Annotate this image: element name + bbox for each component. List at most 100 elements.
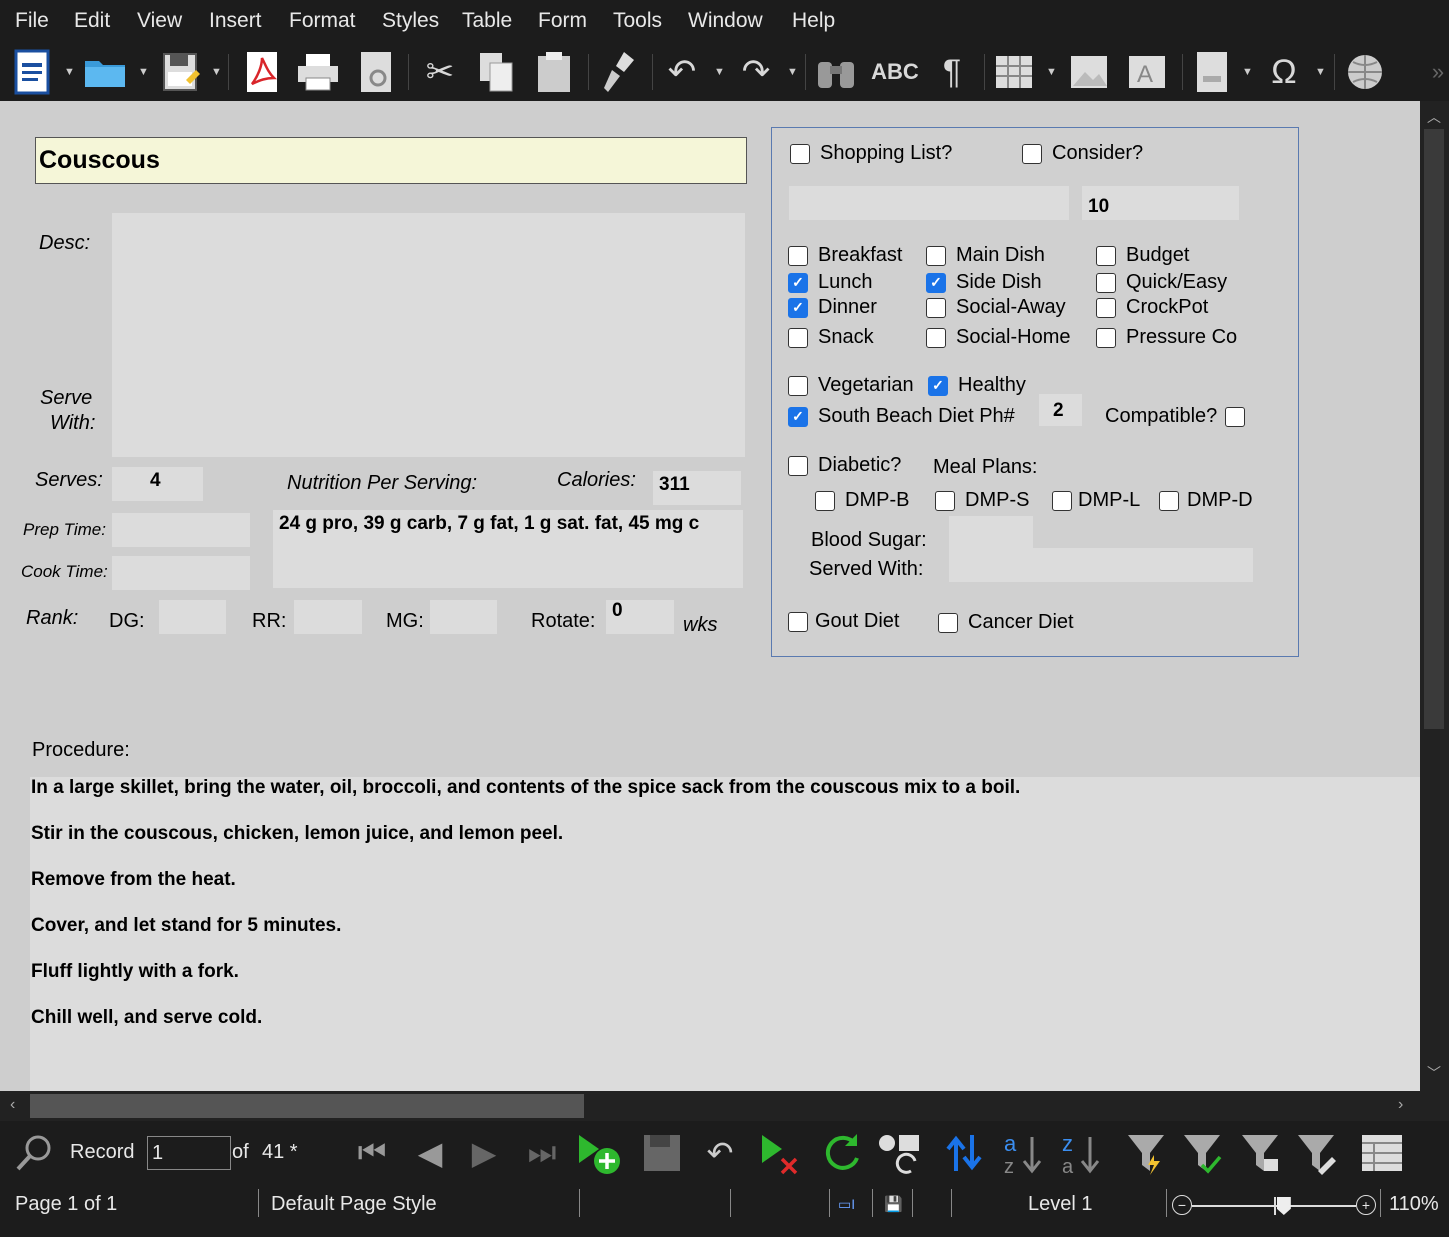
autofilter-icon[interactable] [1124,1131,1168,1175]
next-record-icon[interactable]: ▶ [462,1131,506,1175]
chevron-down-icon[interactable]: ▼ [1046,66,1057,78]
checkbox-box[interactable] [788,611,808,632]
print-icon[interactable] [296,48,340,96]
vertical-scrollbar[interactable]: ︿ ﹀ [1420,101,1449,1091]
checkbox-box[interactable] [1096,245,1116,266]
healthy-checkbox[interactable]: ✓ Healthy [928,374,1026,397]
vertical-scroll-thumb[interactable] [1424,129,1444,729]
cook-time-field[interactable] [112,556,250,590]
checkbox-box[interactable] [788,245,808,266]
selection-mode-icon[interactable]: ▭I [838,1196,855,1213]
checkbox-box[interactable] [790,143,810,164]
category-checkbox-pressure-co[interactable]: Pressure Co [1096,326,1237,349]
checkbox-box[interactable] [926,327,946,348]
zoom-slider-thumb[interactable] [1276,1197,1291,1215]
menu-table[interactable]: Table [462,9,512,33]
menu-styles[interactable]: Styles [382,9,439,33]
category-checkbox-budget[interactable]: Budget [1096,244,1189,267]
scroll-right-icon[interactable]: › [1398,1096,1403,1114]
category-checkbox-lunch[interactable]: ✓ Lunch [788,271,873,294]
export-pdf-icon[interactable] [240,48,284,96]
consider-checkbox[interactable]: Consider? [1022,142,1143,165]
save-icon[interactable] [158,48,202,96]
insert-table-icon[interactable] [992,48,1036,96]
print-preview-icon[interactable] [354,48,398,96]
checkbox-box[interactable] [1052,490,1072,511]
zoom-in-icon[interactable]: + [1356,1195,1376,1215]
dmp-s-checkbox[interactable]: DMP-S [935,489,1029,512]
category-checkbox-social-home[interactable]: Social-Home [926,326,1070,349]
chevron-down-icon[interactable]: ▼ [211,66,222,78]
vegetarian-checkbox[interactable]: Vegetarian [788,374,914,397]
first-record-icon[interactable]: ⏮ [350,1131,394,1175]
sort-icon[interactable] [942,1131,986,1175]
mg-field[interactable] [430,600,497,634]
checkbox-box[interactable] [1096,272,1116,293]
checkbox-box[interactable] [1225,406,1246,427]
refresh-control-icon[interactable] [876,1131,924,1175]
checkbox-box[interactable] [1096,327,1116,348]
document-modified-icon[interactable]: 💾 [884,1195,903,1213]
category-checkbox-crockpot[interactable]: CrockPot [1096,296,1208,319]
procedure-text-area[interactable]: In a large skillet, bring the water, oil… [30,777,1420,1091]
open-folder-icon[interactable] [82,48,128,96]
zoom-slider[interactable]: − + [1170,1191,1378,1221]
sort-ascending-icon[interactable]: az [998,1131,1046,1175]
rr-field[interactable] [294,600,362,634]
menu-file[interactable]: File [15,9,49,33]
cancer-diet-checkbox[interactable]: Cancer Diet [938,611,1074,634]
save-record-icon[interactable] [640,1131,684,1175]
dmp-l-checkbox[interactable]: DMP-L [1052,489,1140,512]
undo-record-icon[interactable]: ↶ [698,1131,742,1175]
menu-view[interactable]: View [137,9,182,33]
checkbox-box[interactable] [815,490,835,511]
checkbox-box[interactable] [926,245,946,266]
checkbox-box[interactable] [1022,143,1042,164]
checkbox-box[interactable] [788,455,808,476]
description-field[interactable] [112,213,745,457]
horizontal-scroll-thumb[interactable] [30,1094,584,1118]
shopping-list-checkbox[interactable]: Shopping List? [790,142,952,165]
category-checkbox-social-away[interactable]: Social-Away [926,296,1066,319]
new-record-icon[interactable] [576,1131,624,1175]
prep-time-field[interactable] [112,513,250,547]
checkbox-box[interactable] [1096,297,1116,318]
special-character-icon[interactable]: Ω [1260,48,1308,96]
scroll-left-icon[interactable]: ‹ [10,1096,15,1114]
checkbox-box[interactable]: ✓ [788,406,808,427]
shopping-note-field[interactable] [789,186,1069,220]
blood-sugar-field[interactable] [949,516,1033,550]
copy-icon[interactable] [474,48,518,96]
hyperlink-icon[interactable] [1342,48,1388,96]
checkbox-box[interactable] [1159,490,1179,511]
menu-tools[interactable]: Tools [613,9,662,33]
clone-formatting-icon[interactable] [598,48,642,96]
served-with-field[interactable] [949,548,1253,582]
find-replace-icon[interactable] [814,48,858,96]
toolbar-overflow-icon[interactable]: » [1428,48,1448,96]
serves-field[interactable]: 4 [112,467,203,501]
chevron-down-icon[interactable]: ▼ [64,66,75,78]
formatting-marks-icon[interactable]: ¶ [930,48,974,96]
menu-window[interactable]: Window [688,9,763,33]
data-source-table-icon[interactable] [1358,1131,1406,1175]
checkbox-box[interactable] [938,612,958,633]
scroll-up-icon[interactable]: ︿ [1427,107,1441,127]
checkbox-box[interactable] [935,490,955,511]
chevron-down-icon[interactable]: ▼ [138,66,149,78]
search-icon[interactable] [12,1131,56,1175]
record-number-input[interactable] [147,1136,231,1170]
gout-diet-checkbox[interactable]: Gout Diet [788,610,899,633]
paste-icon[interactable] [532,48,576,96]
checkbox-box[interactable] [788,375,808,396]
insert-textbox-icon[interactable]: A [1124,48,1170,96]
zoom-level[interactable]: 110% [1389,1193,1439,1216]
chevron-down-icon[interactable]: ▼ [1242,66,1253,78]
chevron-down-icon[interactable]: ▼ [787,66,798,78]
horizontal-scrollbar[interactable]: ‹ › [0,1091,1420,1121]
count-field[interactable]: 10 [1082,186,1239,220]
page-count[interactable]: Page 1 of 1 [15,1193,117,1216]
menu-edit[interactable]: Edit [74,9,110,33]
category-checkbox-breakfast[interactable]: Breakfast [788,244,902,267]
rotate-field[interactable]: 0 [606,600,674,634]
